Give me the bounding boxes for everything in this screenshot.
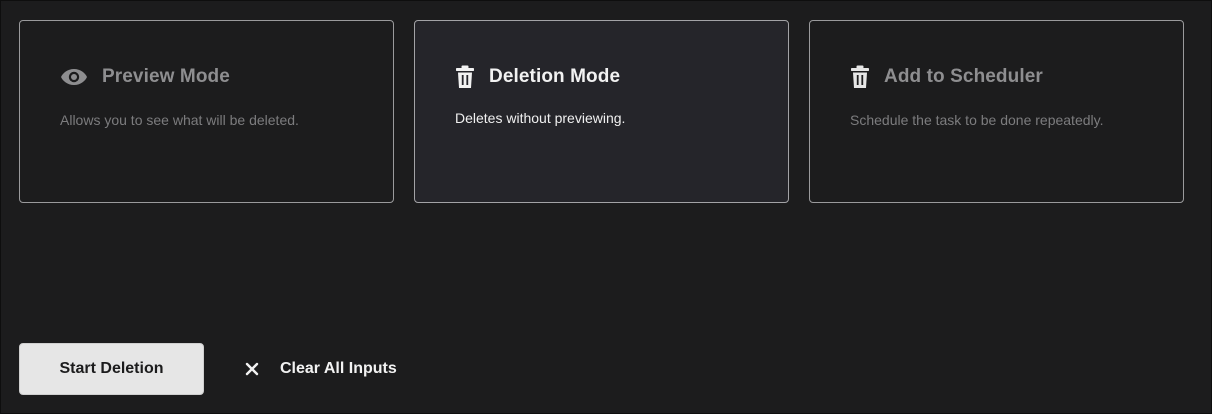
card-description: Allows you to see what will be deleted. [60, 112, 299, 128]
mode-options: Preview Mode Allows you to see what will… [19, 20, 1184, 203]
app-frame: Preview Mode Allows you to see what will… [0, 0, 1212, 414]
card-header: Preview Mode [60, 65, 353, 89]
card-title: Deletion Mode [489, 66, 621, 87]
eye-icon [60, 65, 88, 89]
card-description: Deletes without previewing. [455, 110, 626, 126]
trash-icon [846, 65, 874, 89]
deletion-mode-card[interactable]: Deletion Mode Deletes without previewing… [414, 20, 789, 203]
card-title: Add to Scheduler [884, 66, 1043, 87]
card-description: Schedule the task to be done repeatedly. [850, 112, 1104, 128]
card-title: Preview Mode [102, 66, 230, 87]
trash-icon [451, 65, 479, 89]
close-icon [244, 361, 260, 377]
add-to-scheduler-card[interactable]: Add to Scheduler Schedule the task to be… [809, 20, 1184, 203]
clear-all-inputs-button[interactable]: Clear All Inputs [244, 360, 397, 378]
start-deletion-button[interactable]: Start Deletion [19, 343, 204, 395]
clear-all-inputs-label: Clear All Inputs [280, 360, 397, 377]
action-bar: Start Deletion Clear All Inputs [19, 343, 397, 395]
card-header: Add to Scheduler [850, 65, 1143, 89]
card-header: Deletion Mode [455, 65, 748, 89]
preview-mode-card[interactable]: Preview Mode Allows you to see what will… [19, 20, 394, 203]
